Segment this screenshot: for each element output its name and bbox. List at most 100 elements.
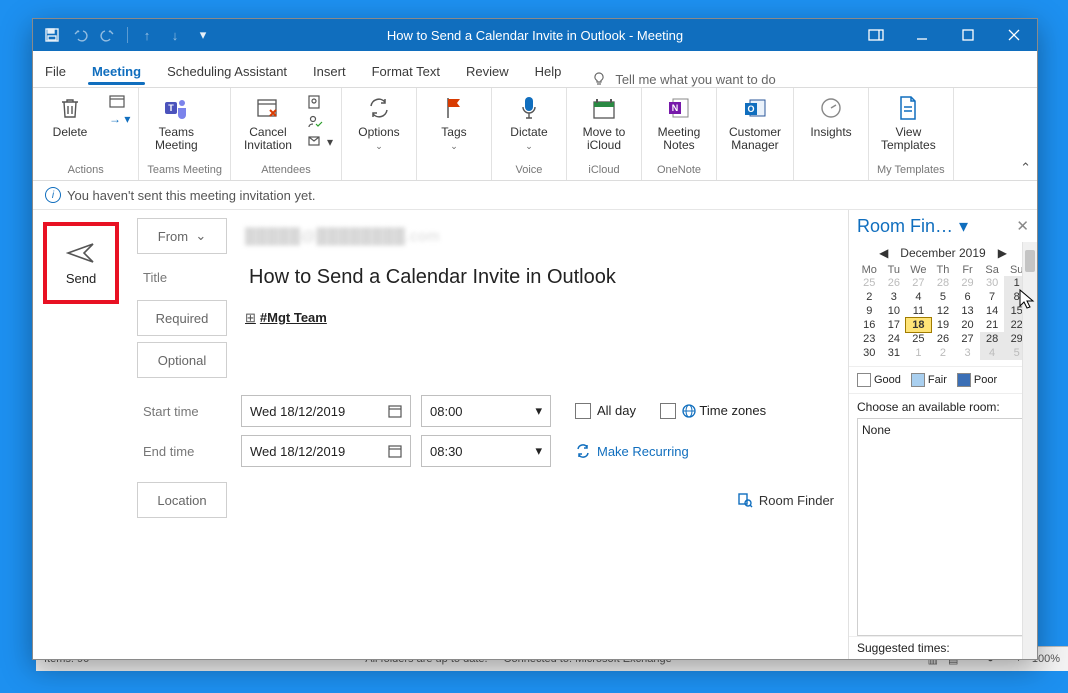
calendar-day[interactable]: 3 bbox=[882, 290, 907, 304]
calendar-day[interactable]: 6 bbox=[955, 290, 980, 304]
response-options-icon[interactable]: ▾ bbox=[307, 134, 333, 150]
calendar-day[interactable]: 29 bbox=[955, 276, 980, 290]
calendar-day[interactable]: 26 bbox=[882, 276, 907, 290]
tab-meeting[interactable]: Meeting bbox=[90, 58, 143, 87]
check-names-icon[interactable] bbox=[307, 114, 333, 130]
calendar-day[interactable]: 27 bbox=[906, 276, 931, 290]
calendar-day[interactable]: 18 bbox=[906, 318, 931, 332]
title-input[interactable]: How to Send a Calendar Invite in Outlook bbox=[249, 266, 616, 289]
next-month-icon[interactable]: ▶ bbox=[998, 246, 1007, 260]
start-time-picker[interactable]: 08:00▾ bbox=[421, 395, 551, 427]
redo-icon[interactable] bbox=[99, 26, 117, 44]
calendar-day[interactable]: 7 bbox=[980, 290, 1005, 304]
optional-input[interactable] bbox=[237, 343, 834, 377]
insights-icon bbox=[819, 96, 843, 120]
calendar-day[interactable]: 9 bbox=[857, 304, 882, 318]
tab-review[interactable]: Review bbox=[464, 58, 511, 87]
qat-up-icon[interactable]: ↑ bbox=[138, 26, 156, 44]
calendar-day[interactable]: 17 bbox=[882, 318, 907, 332]
end-date-picker[interactable]: Wed 18/12/2019 bbox=[241, 435, 411, 467]
all-day-checkbox[interactable]: All day bbox=[575, 403, 636, 420]
tell-me-search[interactable]: Tell me what you want to do bbox=[591, 71, 775, 87]
calendar-day[interactable]: 10 bbox=[882, 304, 907, 318]
calendar-day[interactable]: 21 bbox=[980, 318, 1005, 332]
calendar-day[interactable]: 2 bbox=[931, 346, 956, 360]
calendar-day[interactable]: 30 bbox=[857, 346, 882, 360]
mini-calendar[interactable]: ◀ December 2019 ▶ MoTuWeThFrSaSu25262728… bbox=[849, 242, 1037, 366]
from-button[interactable]: From ⌄ bbox=[137, 218, 227, 254]
calendar-day[interactable]: 2 bbox=[857, 290, 882, 304]
undo-icon[interactable] bbox=[71, 26, 89, 44]
teams-meeting-button[interactable]: T Teams Meeting bbox=[147, 92, 205, 154]
calendar-day[interactable]: 19 bbox=[931, 318, 956, 332]
pane-close-icon[interactable]: ✕ bbox=[1016, 217, 1029, 235]
from-value: █████@████████.com bbox=[245, 228, 440, 245]
room-finder-button[interactable]: Room Finder bbox=[737, 492, 834, 508]
calendar-small-icon[interactable] bbox=[109, 94, 130, 108]
calendar-day[interactable]: 24 bbox=[882, 332, 907, 346]
qat-customize-icon[interactable]: ▾ bbox=[194, 26, 212, 44]
location-button[interactable]: Location bbox=[137, 482, 227, 518]
calendar-day[interactable]: 27 bbox=[955, 332, 980, 346]
send-button[interactable]: Send bbox=[43, 222, 119, 304]
svg-text:N: N bbox=[672, 103, 679, 113]
forward-small-icon[interactable]: → ▾ bbox=[109, 112, 130, 126]
minimize-button[interactable] bbox=[899, 19, 945, 51]
make-recurring-link[interactable]: Make Recurring bbox=[575, 443, 689, 459]
tags-button[interactable]: Tags⌄ bbox=[425, 92, 483, 154]
maximize-button[interactable] bbox=[945, 19, 991, 51]
calendar-day[interactable]: 3 bbox=[955, 346, 980, 360]
tab-insert[interactable]: Insert bbox=[311, 58, 348, 87]
address-book-icon[interactable] bbox=[307, 94, 333, 110]
qat-down-icon[interactable]: ↓ bbox=[166, 26, 184, 44]
prev-month-icon[interactable]: ◀ bbox=[879, 246, 888, 260]
calendar-day[interactable]: 14 bbox=[980, 304, 1005, 318]
start-date-picker[interactable]: Wed 18/12/2019 bbox=[241, 395, 411, 427]
tab-format[interactable]: Format Text bbox=[370, 58, 442, 87]
tab-scheduling[interactable]: Scheduling Assistant bbox=[165, 58, 289, 87]
delete-button[interactable]: Delete bbox=[41, 92, 99, 141]
ribbon: Delete → ▾ Actions T Teams Meeting Tea bbox=[33, 88, 1037, 181]
calendar-day[interactable]: 23 bbox=[857, 332, 882, 346]
move-to-icloud-button[interactable]: Move to iCloud bbox=[575, 92, 633, 154]
calendar-day[interactable]: 31 bbox=[882, 346, 907, 360]
calendar-day[interactable]: 20 bbox=[955, 318, 980, 332]
calendar-day[interactable]: 12 bbox=[931, 304, 956, 318]
calendar-day[interactable]: 30 bbox=[980, 276, 1005, 290]
optional-button[interactable]: Optional bbox=[137, 342, 227, 378]
calendar-day[interactable]: 11 bbox=[906, 304, 931, 318]
required-button[interactable]: Required bbox=[137, 300, 227, 336]
end-time-picker[interactable]: 08:30▾ bbox=[421, 435, 551, 467]
month-label: December 2019 bbox=[900, 246, 985, 260]
calendar-day[interactable]: 28 bbox=[980, 332, 1005, 346]
location-input[interactable] bbox=[237, 483, 727, 517]
collapse-ribbon-icon[interactable]: ⌃ bbox=[1020, 160, 1031, 176]
calendar-day[interactable]: 5 bbox=[931, 290, 956, 304]
calendar-day[interactable]: 26 bbox=[931, 332, 956, 346]
dictate-button[interactable]: Dictate⌄ bbox=[500, 92, 558, 154]
cancel-invitation-button[interactable]: Cancel Invitation bbox=[239, 92, 297, 154]
insights-button[interactable]: Insights bbox=[802, 92, 860, 141]
calendar-day[interactable]: 25 bbox=[857, 276, 882, 290]
options-button[interactable]: Options⌄ bbox=[350, 92, 408, 154]
available-room-list[interactable]: None bbox=[857, 418, 1029, 636]
close-button[interactable] bbox=[991, 19, 1037, 51]
calendar-day[interactable]: 4 bbox=[906, 290, 931, 304]
time-zones-checkbox[interactable]: Time zones bbox=[660, 403, 766, 420]
tab-help[interactable]: Help bbox=[533, 58, 564, 87]
meeting-notes-button[interactable]: N Meeting Notes bbox=[650, 92, 708, 154]
calendar-day[interactable]: 28 bbox=[931, 276, 956, 290]
tab-file[interactable]: File bbox=[43, 58, 68, 87]
pane-dropdown-icon[interactable]: ▾ bbox=[959, 216, 968, 237]
save-icon[interactable] bbox=[43, 26, 61, 44]
calendar-day[interactable]: 4 bbox=[980, 346, 1005, 360]
calendar-day[interactable]: 16 bbox=[857, 318, 882, 332]
customer-manager-button[interactable]: O Customer Manager bbox=[725, 92, 785, 154]
calendar-day[interactable]: 25 bbox=[906, 332, 931, 346]
calendar-day[interactable]: 13 bbox=[955, 304, 980, 318]
calendar-day[interactable]: 1 bbox=[906, 346, 931, 360]
view-templates-button[interactable]: View Templates bbox=[877, 92, 940, 154]
svg-text:O: O bbox=[747, 104, 754, 114]
required-attendee[interactable]: ⊞#Mgt Team bbox=[245, 310, 327, 326]
ribbon-display-icon[interactable] bbox=[853, 19, 899, 51]
